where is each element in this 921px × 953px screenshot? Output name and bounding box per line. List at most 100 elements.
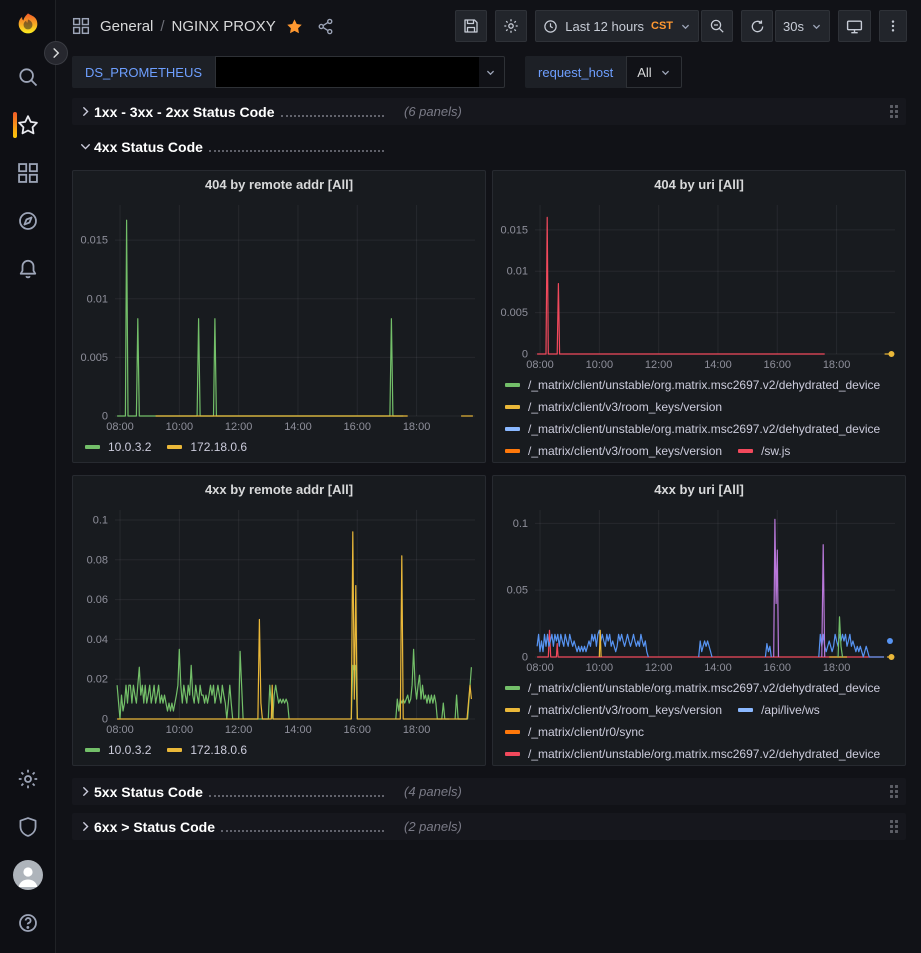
row-panel-count: (6 panels): [404, 104, 462, 119]
legend-item[interactable]: 10.0.3.2: [85, 436, 151, 458]
row-drag-handle[interactable]: [888, 783, 900, 800]
legend-label: /_matrix/client/v3/room_keys/version: [528, 396, 722, 418]
compass-icon: [17, 210, 39, 232]
legend-label: /_matrix/client/v3/room_keys/version: [528, 440, 722, 462]
svg-text:08:00: 08:00: [526, 662, 554, 674]
legend-label: 172.18.0.6: [190, 436, 247, 458]
panel-title[interactable]: 404 by remote addr [All]: [73, 171, 485, 197]
row-drag-handle[interactable]: [888, 103, 900, 120]
sidebar-item-dashboards[interactable]: [0, 149, 56, 197]
svg-text:14:00: 14:00: [284, 724, 312, 736]
legend-item[interactable]: /_matrix/client/unstable/org.matrix.msc2…: [505, 374, 880, 396]
row-header-6xx[interactable]: 6xx > Status Code (2 panels): [72, 813, 906, 840]
row-header-5xx[interactable]: 5xx Status Code (4 panels): [72, 778, 906, 805]
sidebar-item-alerting[interactable]: [0, 245, 56, 293]
sidebar-item-explore[interactable]: [0, 197, 56, 245]
svg-text:14:00: 14:00: [704, 359, 732, 371]
grafana-logo-icon[interactable]: [14, 11, 42, 39]
refresh-interval-picker[interactable]: 30s: [775, 10, 830, 42]
request-host-variable-picker[interactable]: All: [626, 56, 681, 88]
legend-label: 10.0.3.2: [108, 436, 151, 458]
legend-item[interactable]: /_matrix/client/unstable/org.matrix.msc2…: [505, 677, 880, 699]
time-series-chart[interactable]: 08:0010:0012:0014:0016:0018:0000.020.040…: [73, 502, 485, 737]
row-title: 1xx - 3xx - 2xx Status Code: [94, 104, 275, 120]
panel-404-by-uri: 404 by uri [All]08:0010:0012:0014:0016:0…: [492, 170, 906, 463]
panel-title[interactable]: 4xx by uri [All]: [493, 476, 905, 502]
row-dotted-leader: [209, 795, 384, 797]
legend-item[interactable]: /api/live/ws: [738, 699, 820, 721]
svg-text:18:00: 18:00: [403, 724, 431, 736]
favorite-star-icon[interactable]: [286, 18, 303, 35]
series-line: [117, 649, 289, 719]
svg-text:16:00: 16:00: [764, 662, 792, 674]
row-dotted-leader: [209, 150, 384, 152]
row-panel-count: (4 panels): [404, 784, 462, 799]
sidebar-item-starred[interactable]: [0, 101, 56, 149]
page-title[interactable]: NGINX PROXY: [172, 18, 276, 35]
timezone-label: CST: [651, 20, 673, 32]
zoom-out-time-button[interactable]: [701, 10, 733, 42]
series-line: [699, 641, 712, 657]
request-host-value: All: [637, 65, 651, 80]
help-icon: [17, 912, 39, 934]
panel-legend: 10.0.3.2 172.18.0.6: [73, 434, 485, 463]
time-series-canvas: 08:0010:0012:0014:0016:0018:0000.020.040…: [73, 502, 485, 737]
svg-text:08:00: 08:00: [106, 421, 134, 433]
legend-label: /_matrix/client/v3/room_keys/version: [528, 699, 722, 721]
sidebar-item-help[interactable]: [0, 899, 56, 947]
legend-item[interactable]: 172.18.0.6: [167, 739, 247, 761]
refresh-button[interactable]: [741, 10, 773, 42]
legend-label: /sw.js: [761, 440, 790, 462]
chevron-down-icon: [485, 67, 496, 78]
time-series-canvas: 08:0010:0012:0014:0016:0018:0000.0050.01…: [493, 197, 905, 372]
breadcrumb-folder[interactable]: General: [100, 18, 153, 35]
datasource-variable-picker[interactable]: [215, 56, 505, 88]
svg-text:08:00: 08:00: [526, 359, 554, 371]
dashboards-grid-icon: [17, 162, 39, 184]
series-line: [765, 644, 771, 657]
legend-swatch: [505, 405, 520, 409]
legend-swatch: [505, 449, 520, 453]
legend-swatch: [738, 449, 753, 453]
row-drag-handle[interactable]: [888, 818, 900, 835]
sidebar-item-profile[interactable]: [0, 851, 56, 899]
legend-item[interactable]: /_matrix/client/v3/room_keys/version: [505, 440, 722, 462]
sidebar-item-server-admin[interactable]: [0, 803, 56, 851]
legend-item[interactable]: 10.0.3.2: [85, 739, 151, 761]
panel-title[interactable]: 404 by uri [All]: [493, 171, 905, 197]
sidebar-item-configuration[interactable]: [0, 755, 56, 803]
save-dashboard-button[interactable]: [455, 10, 487, 42]
row-header-4xx[interactable]: 4xx Status Code: [72, 133, 906, 160]
legend-label: /_matrix/client/r0/sync: [528, 721, 644, 743]
legend-item[interactable]: 172.18.0.6: [167, 436, 247, 458]
legend-item[interactable]: /_matrix/client/unstable/org.matrix.msc2…: [505, 418, 880, 440]
panel-title[interactable]: 4xx by remote addr [All]: [73, 476, 485, 502]
time-range-picker[interactable]: Last 12 hours CST: [535, 10, 699, 42]
legend-item[interactable]: /_matrix/client/r0/sync: [505, 721, 644, 743]
legend-item[interactable]: /_matrix/client/unstable/org.matrix.msc2…: [505, 743, 880, 765]
legend-swatch: [167, 445, 182, 449]
svg-text:0: 0: [102, 714, 108, 726]
kebab-menu-button[interactable]: [879, 10, 907, 42]
time-series-chart[interactable]: 08:0010:0012:0014:0016:0018:0000.0050.01…: [493, 197, 905, 372]
row-title: 6xx > Status Code: [94, 819, 215, 835]
time-series-chart[interactable]: 08:0010:0012:0014:0016:0018:0000.050.1: [493, 502, 905, 675]
time-series-canvas: 08:0010:0012:0014:0016:0018:0000.050.1: [493, 502, 905, 675]
share-icon[interactable]: [317, 18, 334, 35]
sidebar-expand-button[interactable]: [44, 41, 68, 65]
panel-legend: 10.0.3.2 172.18.0.6: [73, 737, 485, 766]
svg-text:0.04: 0.04: [87, 634, 108, 646]
tv-mode-button[interactable]: [838, 10, 871, 42]
dashboard-settings-button[interactable]: [495, 10, 527, 42]
svg-text:0: 0: [102, 411, 108, 423]
legend-swatch: [505, 730, 520, 734]
row-panel-count: (2 panels): [404, 819, 462, 834]
legend-item[interactable]: /_matrix/client/v3/room_keys/version: [505, 396, 722, 418]
legend-item[interactable]: /sw.js: [738, 440, 790, 462]
time-series-chart[interactable]: 08:0010:0012:0014:0016:0018:0000.0050.01…: [73, 197, 485, 434]
legend-item[interactable]: /_matrix/client/v3/room_keys/version: [505, 699, 722, 721]
series-line: [774, 519, 779, 657]
row-header-1xx-3xx-2xx[interactable]: 1xx - 3xx - 2xx Status Code (6 panels): [72, 98, 906, 125]
legend-label: 172.18.0.6: [190, 739, 247, 761]
time-range-label: Last 12 hours: [565, 19, 644, 34]
